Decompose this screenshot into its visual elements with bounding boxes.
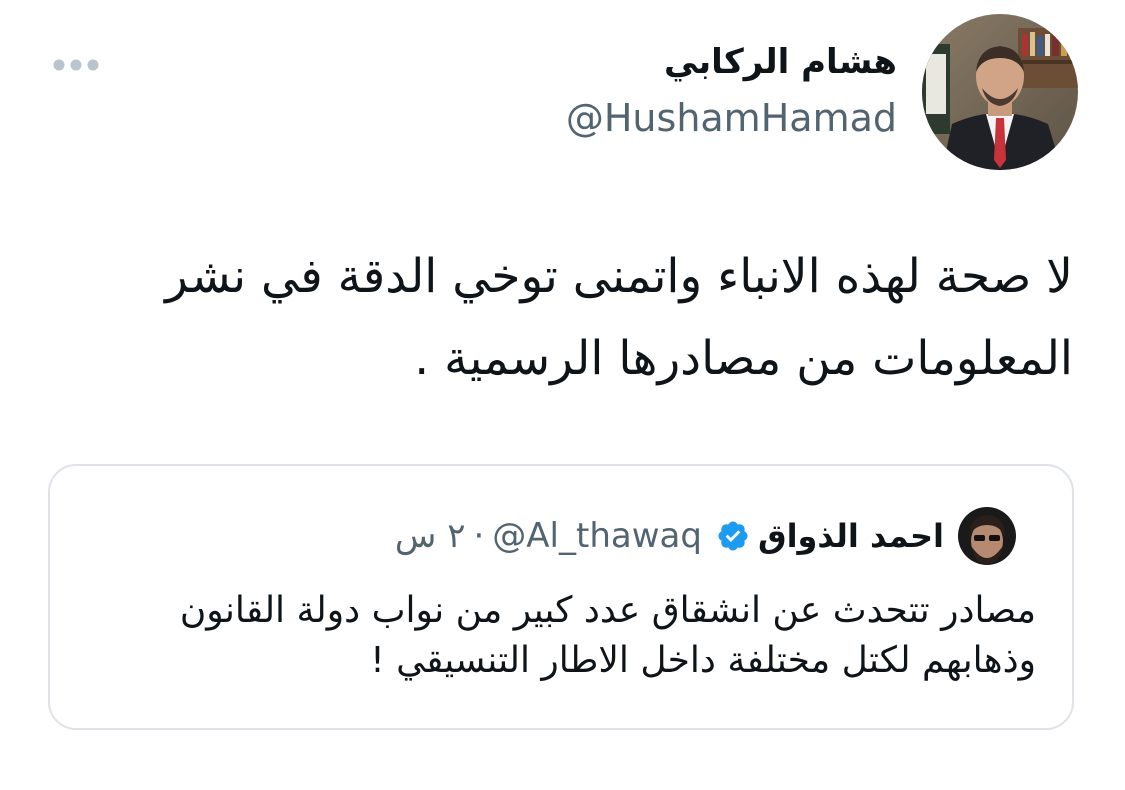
author-handle[interactable]: @HushamHamad — [566, 97, 897, 140]
verified-badge-icon — [716, 519, 750, 553]
quoted-tweet-text: مصادر تتحدث عن انشقاق عدد كبير من نواب د… — [179, 590, 1036, 681]
quoted-author-name[interactable]: احمد الذواق — [758, 517, 944, 555]
quoted-header-separator: · — [473, 516, 485, 556]
quoted-author-handle[interactable]: @Al_thawaq — [492, 516, 702, 556]
quoted-author-avatar[interactable] — [958, 507, 1016, 565]
more-dots-icon[interactable] — [52, 56, 100, 74]
quoted-tweet-time[interactable]: ٢ س — [395, 516, 466, 556]
quoted-author-avatar-image — [958, 507, 1016, 565]
author-avatar-image — [922, 14, 1078, 170]
author-avatar[interactable] — [922, 14, 1078, 170]
quoted-tweet-header: احمد الذواق @Al_thawaq · ٢ س — [395, 506, 1016, 566]
author-name[interactable]: هشام الركابي — [664, 43, 897, 81]
quoted-tweet-card[interactable]: احمد الذواق @Al_thawaq · ٢ س مصادر تتحدث… — [48, 464, 1074, 730]
tweet-text: لا صحة لهذه الانباء واتمنى توخي الدقة في… — [165, 249, 1073, 386]
